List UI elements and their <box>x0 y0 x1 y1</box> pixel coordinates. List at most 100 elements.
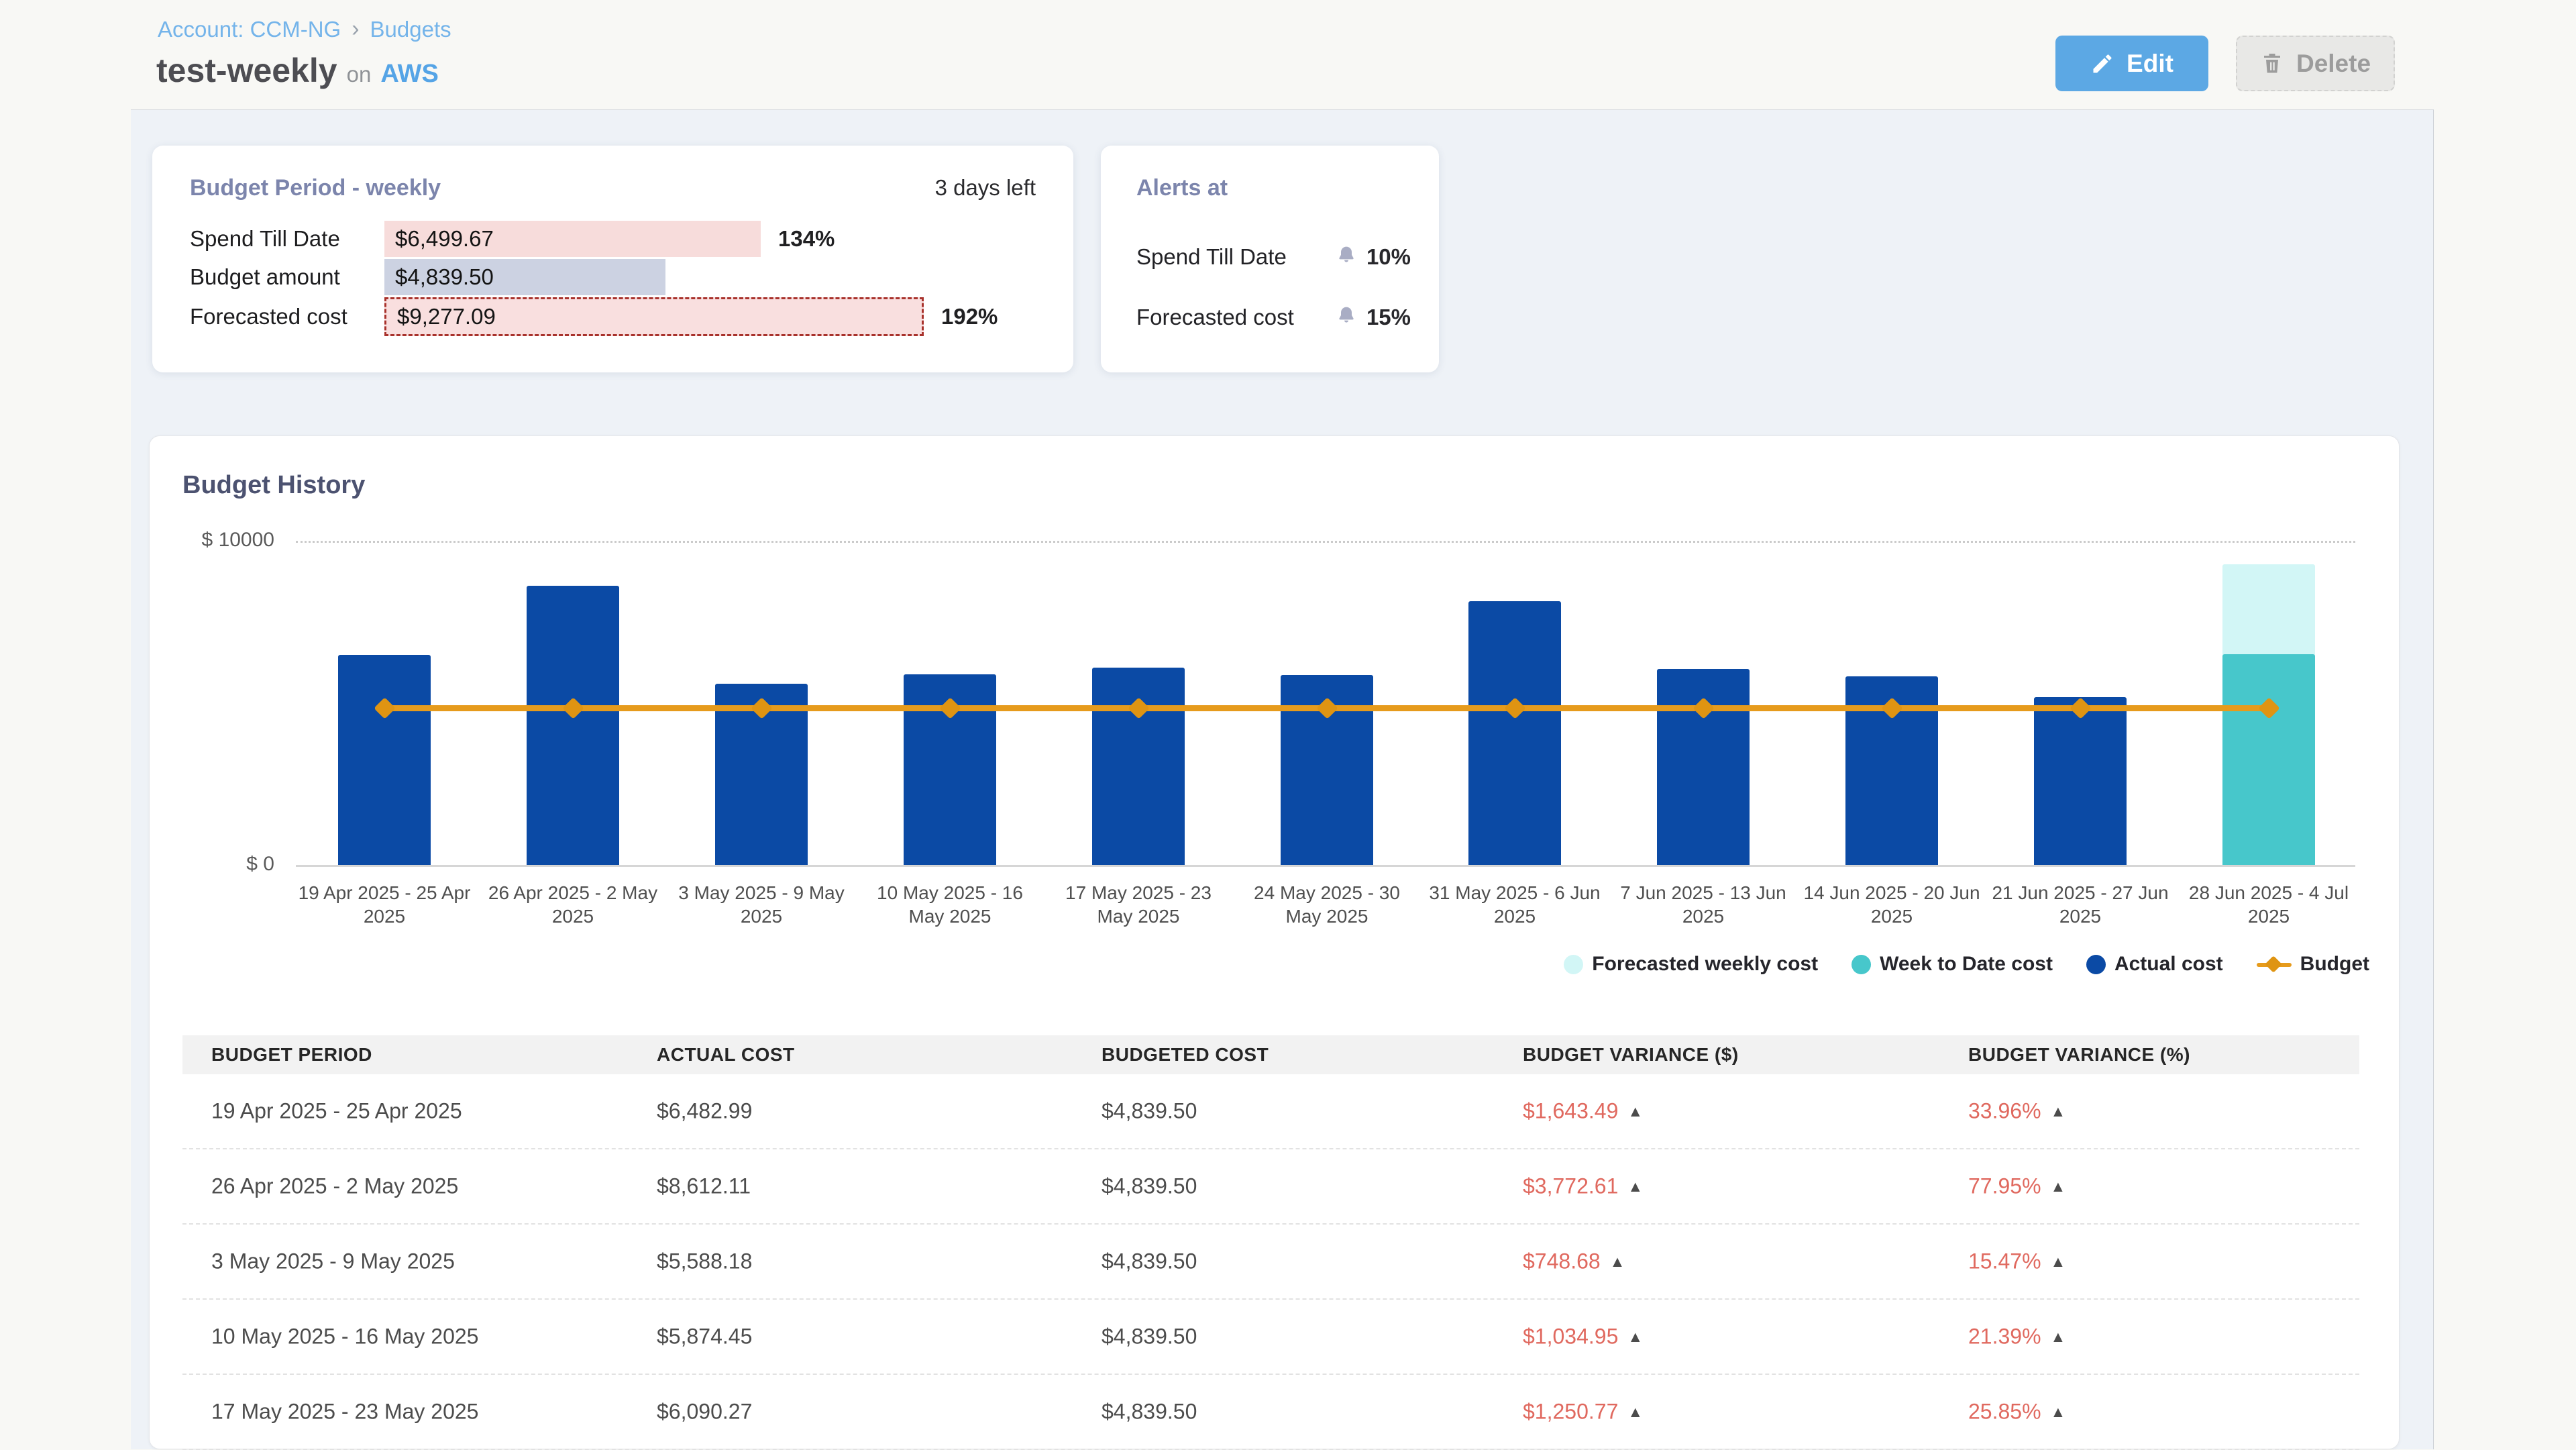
col-budget-variance-usd: BUDGET VARIANCE ($) <box>1523 1044 1739 1066</box>
spend-till-date-row: Spend Till Date $6,499.67 134% <box>190 221 1046 257</box>
x-axis-label-4: 10 May 2025 - 16 May 2025 <box>859 881 1041 928</box>
cell-actual-cost: $5,588.18 <box>657 1249 752 1274</box>
variance-up-arrow-icon: ▲ <box>1627 1178 1643 1196</box>
variance-up-arrow-icon: ▲ <box>2051 1253 2066 1271</box>
bell-icon <box>1336 305 1357 330</box>
chart-bar-actual-1[interactable] <box>338 655 431 865</box>
on-label: on <box>347 62 372 87</box>
alert-spend-label: Spend Till Date <box>1136 244 1287 270</box>
cell-variance-pct: 21.39%▲ <box>1968 1325 2041 1349</box>
col-budget-variance-pct: BUDGET VARIANCE (%) <box>1968 1044 2190 1066</box>
budget-name: test-weekly <box>156 51 337 90</box>
x-axis-label-5: 17 May 2025 - 23 May 2025 <box>1047 881 1230 928</box>
cell-variance-usd: $3,772.61▲ <box>1523 1174 1618 1199</box>
variance-up-arrow-icon: ▲ <box>2051 1102 2066 1121</box>
legend-item-forecasted-weekly-cost[interactable]: Forecasted weekly cost <box>1564 953 1818 976</box>
chart-bar-actual-10[interactable] <box>2034 697 2127 865</box>
alert-row-forecast: Forecasted cost 15% <box>1136 303 1411 332</box>
cell-variance-pct: 33.96%▲ <box>1968 1099 2041 1124</box>
variance-up-arrow-icon: ▲ <box>1627 1328 1643 1346</box>
legend-item-actual-cost[interactable]: Actual cost <box>2086 953 2223 976</box>
spend-till-date-bar: $6,499.67 <box>384 221 761 257</box>
chevron-right-icon: › <box>352 16 359 42</box>
forecasted-cost-row: Forecasted cost $9,277.09 192% <box>190 297 1046 336</box>
edit-button-label: Edit <box>2127 50 2174 78</box>
budget-amount-bar: $4,839.50 <box>384 259 665 295</box>
delete-button[interactable]: Delete <box>2236 36 2395 91</box>
breadcrumb: Account: CCM-NG › Budgets <box>158 16 451 42</box>
table-row[interactable]: 26 Apr 2025 - 2 May 2025$8,612.11$4,839.… <box>182 1149 2359 1225</box>
legend-item-week-to-date-cost[interactable]: Week to Date cost <box>1851 953 2053 976</box>
cell-budget-period: 3 May 2025 - 9 May 2025 <box>211 1249 455 1274</box>
cell-budgeted-cost: $4,839.50 <box>1102 1325 1197 1349</box>
cell-variance-usd: $1,643.49▲ <box>1523 1099 1618 1124</box>
budget-history-title: Budget History <box>182 471 365 500</box>
x-axis-label-9: 14 Jun 2025 - 20 Jun 2025 <box>1801 881 1983 928</box>
variance-up-arrow-icon: ▲ <box>2051 1328 2066 1346</box>
alerts-card: Alerts at Spend Till Date 10% Forecasted… <box>1101 146 1439 372</box>
x-axis-label-3: 3 May 2025 - 9 May 2025 <box>670 881 853 928</box>
days-left-label: 3 days left <box>935 175 1036 201</box>
forecasted-cost-bar: $9,277.09 <box>384 297 924 336</box>
legend-dot-forecast <box>1564 955 1583 974</box>
alert-row-spend: Spend Till Date 10% <box>1136 242 1411 272</box>
chart-bar-actual-7[interactable] <box>1468 601 1561 865</box>
alert-forecast-label: Forecasted cost <box>1136 305 1294 330</box>
delete-button-label: Delete <box>2296 50 2371 78</box>
cell-actual-cost: $6,090.27 <box>657 1400 752 1425</box>
variance-up-arrow-icon: ▲ <box>1627 1102 1643 1121</box>
cell-budget-period: 26 Apr 2025 - 2 May 2025 <box>211 1174 458 1199</box>
x-axis-label-7: 31 May 2025 - 6 Jun 2025 <box>1424 881 1606 928</box>
forecasted-cost-value: $9,277.09 <box>397 304 496 329</box>
variance-up-arrow-icon: ▲ <box>2051 1403 2066 1421</box>
chart-bar-wtd-11[interactable] <box>2222 654 2315 865</box>
cell-budgeted-cost: $4,839.50 <box>1102 1249 1197 1274</box>
table-row[interactable]: 19 Apr 2025 - 25 Apr 2025 $6,482.99 $4,839… <box>182 1074 2359 1149</box>
col-budget-period: BUDGET PERIOD <box>211 1044 372 1066</box>
cell-variance-pct: 15.47%▲ <box>1968 1249 2041 1274</box>
col-budgeted-cost: BUDGETED COST <box>1102 1044 1269 1066</box>
cell-actual-cost: $5,874.45 <box>657 1325 752 1349</box>
cell-budget-period: 17 May 2025 - 23 May 2025 <box>211 1400 478 1425</box>
spend-till-date-value: $6,499.67 <box>395 226 494 252</box>
cell-variance-pct: 77.95%▲ <box>1968 1174 2041 1199</box>
legend-budget-line-icon <box>2257 955 2292 974</box>
cell-variance-usd: $1,250.77▲ <box>1523 1400 1618 1425</box>
x-axis-label-8: 7 Jun 2025 - 13 Jun 2025 <box>1612 881 1794 928</box>
cloud-provider-label: AWS <box>380 60 439 89</box>
page-title: test-weekly on AWS <box>156 51 439 90</box>
chart-bar-actual-2[interactable] <box>527 586 619 865</box>
cell-variance-pct: 25.85%▲ <box>1968 1400 2041 1425</box>
legend-label: Week to Date cost <box>1880 953 2053 976</box>
breadcrumb-account-link[interactable]: Account: CCM-NG <box>158 17 341 42</box>
chart-bar-actual-5[interactable] <box>1092 668 1185 865</box>
legend-item-budget[interactable]: Budget <box>2257 953 2369 976</box>
cell-budget-period: 10 May 2025 - 16 May 2025 <box>211 1325 478 1349</box>
legend-dot-week-to-date <box>1851 955 1871 974</box>
x-axis-label-10: 21 Jun 2025 - 27 Jun 2025 <box>1989 881 2171 928</box>
spend-till-date-label: Spend Till Date <box>190 226 384 252</box>
cell-variance-usd: $1,034.95▲ <box>1523 1325 1618 1349</box>
y-axis-label-zero: $ 0 <box>156 853 274 876</box>
legend-label: Actual cost <box>2114 953 2223 976</box>
alert-spend-percent: 10% <box>1366 244 1411 270</box>
chart-baseline <box>296 865 2355 867</box>
budget-amount-label: Budget amount <box>190 264 384 290</box>
cell-variance-usd: $748.68▲ <box>1523 1249 1601 1274</box>
budget-table-header: BUDGET PERIOD ACTUAL COST BUDGETED COST … <box>182 1035 2359 1074</box>
table-row[interactable]: 10 May 2025 - 16 May 2025 $5,874.45 $4,839… <box>182 1300 2359 1375</box>
cell-budgeted-cost: $4,839.50 <box>1102 1099 1197 1124</box>
chart-legend: Forecasted weekly cost Week to Date cost… <box>1564 953 2369 976</box>
col-actual-cost: ACTUAL COST <box>657 1044 795 1066</box>
budget-amount-row: Budget amount $4,839.50 <box>190 259 1046 295</box>
cell-actual-cost: $6,482.99 <box>657 1099 752 1124</box>
breadcrumb-budgets-link[interactable]: Budgets <box>370 17 451 42</box>
cell-budget-period: 19 Apr 2025 - 25 Apr 2025 <box>211 1099 462 1124</box>
table-row[interactable]: 3 May 2025 - 9 May 2025 $5,588.18 $4,839.5… <box>182 1225 2359 1300</box>
edit-button[interactable]: Edit <box>2055 36 2208 91</box>
alert-forecast-percent: 15% <box>1366 305 1411 330</box>
budget-period-card: Budget Period - weekly 3 days left Spend… <box>152 146 1073 372</box>
cell-budgeted-cost: $4,839.50 <box>1102 1174 1197 1199</box>
budget-period-card-title: Budget Period - weekly <box>190 175 441 201</box>
table-row[interactable]: 17 May 2025 - 23 May 2025$6,090.27$4,839… <box>182 1375 2359 1450</box>
